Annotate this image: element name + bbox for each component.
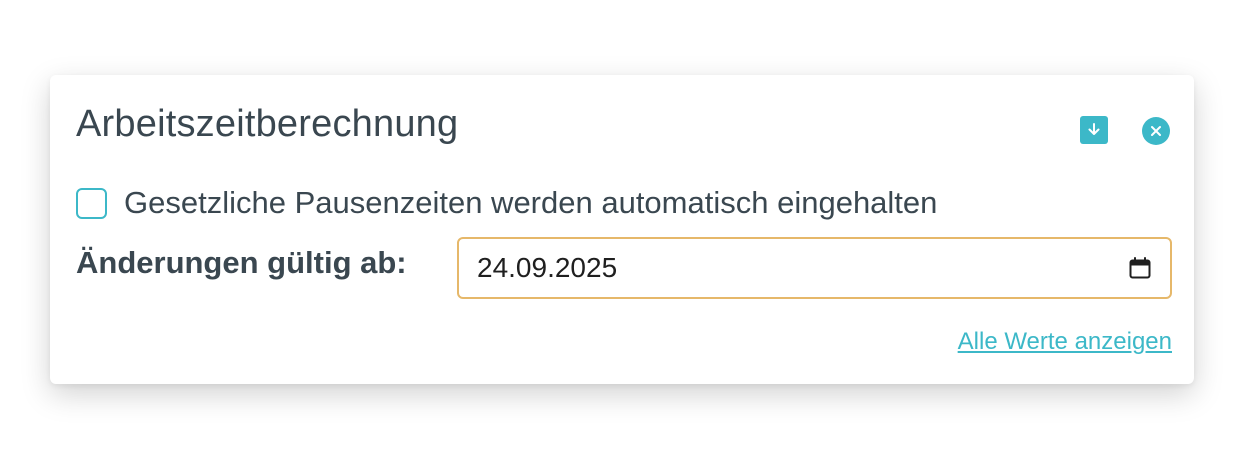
date-field-label: Änderungen gültig ab: xyxy=(76,245,407,280)
pause-checkbox-row: Gesetzliche Pausenzeiten werden automati… xyxy=(76,185,937,221)
dialog-title: Arbeitszeitberechnung xyxy=(76,103,459,145)
close-icon xyxy=(1151,126,1161,136)
close-button[interactable] xyxy=(1142,117,1170,145)
show-all-values-link[interactable]: Alle Werte anzeigen xyxy=(958,328,1172,356)
download-icon xyxy=(1088,123,1100,135)
date-input-value: 24.09.2025 xyxy=(477,252,618,283)
pause-checkbox-label[interactable]: Gesetzliche Pausenzeiten werden automati… xyxy=(124,185,937,221)
calendar-icon[interactable] xyxy=(1128,256,1152,280)
save-button[interactable] xyxy=(1080,116,1108,144)
settings-dialog: Arbeitszeitberechnung Gesetzliche Pausen… xyxy=(50,75,1194,384)
date-input[interactable]: 24.09.2025 xyxy=(457,237,1172,299)
pause-checkbox[interactable] xyxy=(76,187,107,219)
